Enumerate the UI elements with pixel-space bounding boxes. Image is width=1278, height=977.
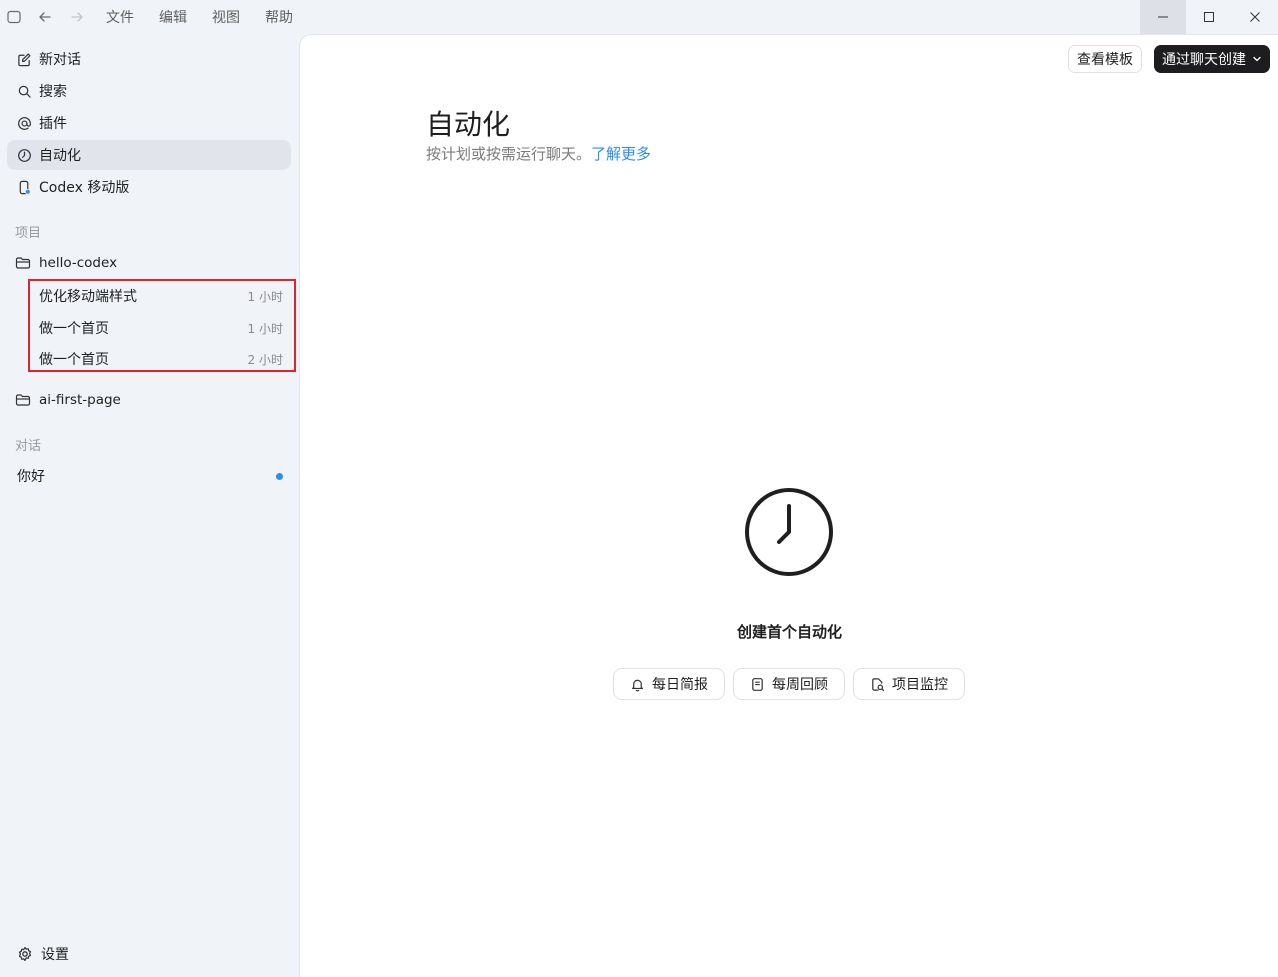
project-name: hello-codex bbox=[39, 255, 118, 271]
gear-icon bbox=[17, 946, 33, 962]
window-controls bbox=[1140, 0, 1278, 34]
bell-icon bbox=[630, 676, 646, 692]
conversation-item[interactable]: 你好 bbox=[17, 464, 283, 488]
search-icon bbox=[16, 83, 32, 99]
maximize-icon bbox=[1204, 12, 1214, 22]
empty-state-title: 创建首个自动化 bbox=[736, 623, 842, 641]
menu-help[interactable]: 帮助 bbox=[265, 7, 293, 27]
conversation-title: 你好 bbox=[17, 469, 45, 485]
back-arrow-icon[interactable] bbox=[33, 5, 57, 29]
clock-icon bbox=[16, 147, 32, 163]
sidebar-item-label: 搜索 bbox=[39, 84, 67, 100]
project-folder-hello-codex[interactable]: hello-codex bbox=[15, 251, 117, 275]
close-icon bbox=[1250, 12, 1260, 22]
chevron-down-icon bbox=[1252, 54, 1262, 64]
clock-icon bbox=[743, 486, 835, 578]
close-button[interactable] bbox=[1232, 0, 1278, 34]
learn-more-link[interactable]: 了解更多 bbox=[591, 145, 651, 163]
unread-dot bbox=[276, 472, 283, 480]
minimize-button[interactable] bbox=[1140, 0, 1186, 34]
main-panel: 查看模板 通过聊天创建 自动化 按计划或按需运行聊天。了解更多 创建首个自动化 … bbox=[299, 34, 1278, 977]
sidebar-item-codex-mobile[interactable]: Codex 移动版 bbox=[7, 172, 291, 202]
page-title: 自动化 bbox=[426, 108, 511, 141]
project-name: ai-first-page bbox=[39, 392, 121, 408]
suggestion-label: 每日简报 bbox=[652, 677, 708, 693]
minimize-icon bbox=[1158, 16, 1168, 18]
menu-bar: 文件 编辑 视图 帮助 bbox=[106, 0, 318, 34]
sidebar-item-new-chat[interactable]: 新对话 bbox=[7, 44, 291, 74]
title-bar: 文件 编辑 视图 帮助 bbox=[0, 0, 1278, 34]
conversations-section-label: 对话 bbox=[15, 439, 42, 454]
sidebar-item-search[interactable]: 搜索 bbox=[7, 76, 291, 106]
sidebar-item-automation[interactable]: 自动化 bbox=[7, 140, 291, 170]
menu-edit[interactable]: 编辑 bbox=[159, 7, 187, 27]
view-templates-button[interactable]: 查看模板 bbox=[1068, 45, 1142, 73]
sidebar: 新对话 搜索 插件 自动化 Codex 移动版 项目 hello-codex 优… bbox=[0, 34, 299, 977]
sidebar-item-label: 自动化 bbox=[39, 148, 81, 164]
page-subtitle-text: 按计划或按需运行聊天。 bbox=[426, 145, 592, 163]
suggestion-chips: 每日简报 每周回顾 项目监控 bbox=[613, 668, 965, 700]
suggestion-weekly-review[interactable]: 每周回顾 bbox=[733, 668, 845, 700]
edit-icon bbox=[16, 51, 32, 67]
project-folder-ai-first-page[interactable]: ai-first-page bbox=[15, 388, 121, 412]
suggestion-label: 每周回顾 bbox=[772, 677, 828, 693]
suggestion-label: 项目监控 bbox=[892, 677, 948, 693]
projects-section-label: 项目 bbox=[15, 226, 42, 241]
forward-arrow-icon[interactable] bbox=[65, 5, 89, 29]
sidebar-item-plugins[interactable]: 插件 bbox=[7, 108, 291, 138]
create-via-chat-label: 通过聊天创建 bbox=[1162, 52, 1246, 68]
settings-button[interactable]: 设置 bbox=[17, 942, 69, 966]
create-via-chat-button[interactable]: 通过聊天创建 bbox=[1154, 45, 1270, 73]
notebook-icon bbox=[750, 676, 766, 692]
menu-view[interactable]: 视图 bbox=[212, 7, 240, 27]
folder-icon bbox=[15, 255, 31, 271]
maximize-button[interactable] bbox=[1186, 0, 1232, 34]
suggestion-daily-briefing[interactable]: 每日简报 bbox=[613, 668, 725, 700]
menu-file[interactable]: 文件 bbox=[106, 7, 134, 27]
sidebar-item-label: 插件 bbox=[39, 116, 67, 132]
folder-icon bbox=[15, 392, 31, 408]
page-subtitle: 按计划或按需运行聊天。了解更多 bbox=[426, 143, 651, 164]
settings-label: 设置 bbox=[41, 947, 69, 963]
sidebar-item-label: Codex 移动版 bbox=[39, 180, 130, 196]
file-search-icon bbox=[870, 676, 886, 692]
highlight-annotation-box bbox=[28, 279, 296, 372]
phone-icon bbox=[16, 179, 32, 195]
at-icon bbox=[16, 115, 32, 131]
sidebar-item-label: 新对话 bbox=[39, 52, 81, 68]
suggestion-project-monitor[interactable]: 项目监控 bbox=[853, 668, 965, 700]
sidebar-toggle-icon[interactable] bbox=[2, 5, 26, 29]
